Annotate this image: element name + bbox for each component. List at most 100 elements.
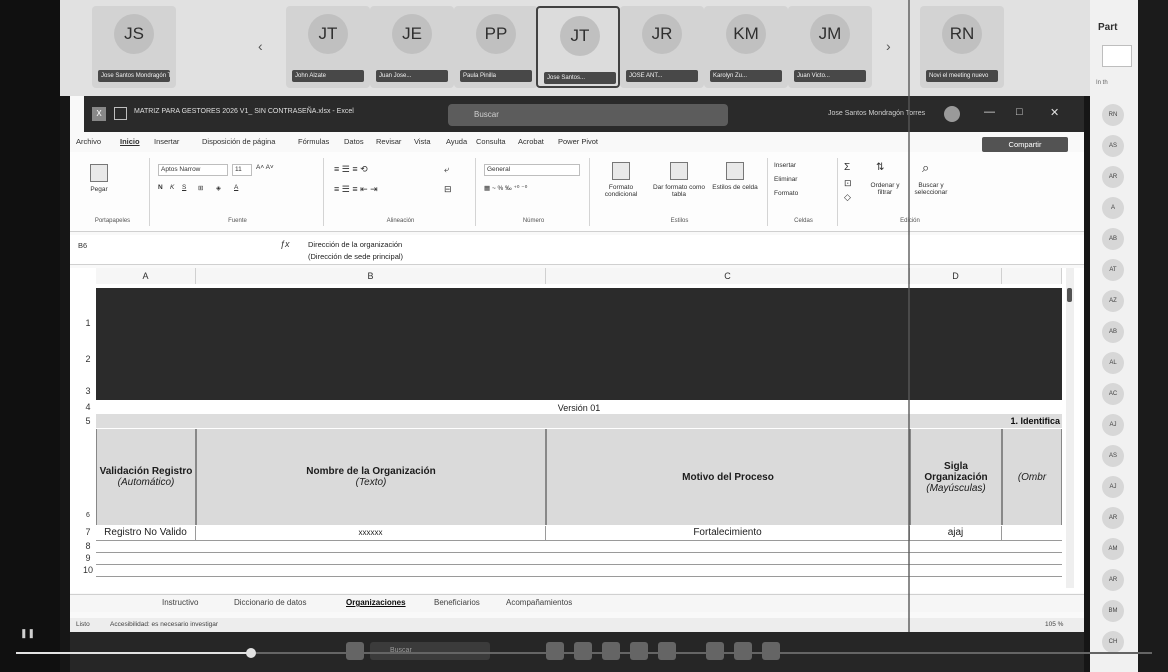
cell-styles-icon[interactable] (726, 162, 744, 180)
paste-icon[interactable] (90, 164, 108, 182)
fill-color-icon[interactable]: ◈ (216, 184, 221, 192)
menu-archivo[interactable]: Archivo (76, 137, 101, 146)
outlook-icon[interactable] (734, 642, 752, 660)
border-icon[interactable]: ⊞ (198, 184, 203, 192)
close-icon[interactable]: ✕ (1050, 106, 1059, 119)
font-color-icon[interactable]: A (234, 184, 238, 191)
save-icon[interactable] (114, 107, 127, 120)
underline-icon[interactable]: S (182, 184, 186, 191)
worksheet[interactable]: A B C D Versión 01 1. Identifica Validac… (70, 268, 1084, 593)
panel-participant-avatar[interactable]: AL (1102, 352, 1124, 374)
fx-icon[interactable]: ƒx (280, 239, 290, 249)
font-size-select[interactable]: 11 (232, 164, 252, 176)
menu-vista[interactable]: Vista (414, 137, 431, 146)
edge-icon[interactable] (630, 642, 648, 660)
sheet-tab[interactable]: Instructivo (162, 598, 198, 607)
formula-input-line2[interactable]: (Dirección de sede principal) (308, 252, 403, 261)
panel-participant-avatar[interactable]: AB (1102, 228, 1124, 250)
sheet-tab[interactable]: Organizaciones (346, 598, 406, 607)
panel-participant-avatar[interactable]: AM (1102, 538, 1124, 560)
participant-tile[interactable]: KM Karolyn Zu... (704, 6, 788, 88)
participant-tile[interactable]: JM Juan Victo... (788, 6, 872, 88)
panel-participant-avatar[interactable]: AJ (1102, 476, 1124, 498)
panel-participant-avatar[interactable]: AR (1102, 569, 1124, 591)
video-progress-remaining[interactable] (252, 652, 1152, 654)
panel-participant-avatar[interactable]: RN (1102, 104, 1124, 126)
number-format-select[interactable]: General (484, 164, 580, 176)
participant-tile[interactable]: JT John Alzate (286, 6, 370, 88)
participant-tile[interactable]: JR JOSE ANT... (620, 6, 704, 88)
teams-icon[interactable] (574, 642, 592, 660)
strip-prev-arrow[interactable]: ‹ (258, 38, 263, 54)
participant-tile[interactable]: PP Paula Pinilla (454, 6, 538, 88)
row-header-2[interactable]: 2 (80, 354, 96, 364)
menu-acrobat[interactable]: Acrobat (518, 137, 544, 146)
row-header-5[interactable]: 5 (80, 416, 96, 426)
sheet-tab[interactable]: Beneficiarios (434, 598, 480, 607)
header-validacion[interactable]: Validación Registro (Automático) (96, 429, 196, 525)
column-header-a[interactable]: A (96, 268, 196, 284)
autosum-icon[interactable]: Σ (844, 162, 850, 173)
sheet-tab[interactable]: Diccionario de datos (234, 598, 306, 607)
formula-input-line1[interactable]: Dirección de la organización (308, 240, 402, 249)
version-cell[interactable]: Versión 01 (96, 402, 1062, 414)
insert-cells-button[interactable]: Insertar (774, 162, 796, 169)
conditional-format-icon[interactable] (612, 162, 630, 180)
start-icon[interactable] (346, 642, 364, 660)
menu-consulta[interactable]: Consulta (476, 137, 506, 146)
header-motivo[interactable]: Motivo del Proceso (546, 429, 910, 525)
pause-icon[interactable]: ❚❚ (20, 628, 35, 639)
user-avatar[interactable] (944, 106, 960, 122)
panel-participant-avatar[interactable]: CH (1102, 631, 1124, 653)
panel-participant-avatar[interactable]: AJ (1102, 414, 1124, 436)
align-top-icon[interactable]: ≡ ☰ ≡ ⟲ (334, 164, 368, 175)
row-header-9[interactable]: 9 (80, 553, 96, 563)
clear-icon[interactable]: ◇ (844, 192, 851, 203)
panel-participant-avatar[interactable]: BM (1102, 600, 1124, 622)
minimize-icon[interactable]: — (984, 106, 995, 118)
cell-b7[interactable]: xxxxxx (196, 526, 546, 540)
participant-tile[interactable]: JE Juan Jose... (370, 6, 454, 88)
font-name-select[interactable]: Aptos Narrow (158, 164, 228, 176)
panel-participant-avatar[interactable]: AR (1102, 507, 1124, 529)
row-header-8[interactable]: 8 (80, 541, 96, 551)
menu-insertar[interactable]: Insertar (154, 137, 179, 146)
sort-filter-icon[interactable]: ⇅ (876, 162, 884, 173)
currency-icon[interactable]: ▦ ~ % ‰ ⁺⁰ ⁻⁰ (484, 184, 527, 192)
merge-icon[interactable]: ⊟ (444, 184, 452, 195)
grow-font-icon[interactable]: A˄ A˅ (256, 164, 274, 171)
video-progress-knob[interactable] (246, 648, 256, 658)
excel-search-input[interactable]: Buscar (448, 104, 728, 126)
menu-disposici-n-de-p-gina[interactable]: Disposición de página (202, 137, 275, 146)
delete-cells-button[interactable]: Eliminar (774, 176, 797, 183)
row-header-4[interactable]: 4 (80, 402, 96, 412)
sheet-tab[interactable]: Acompañamientos (506, 598, 572, 607)
cell-a7[interactable]: Registro No Valido (96, 526, 196, 540)
strip-next-arrow[interactable]: › (886, 38, 891, 54)
menu-inicio[interactable]: Inicio (120, 137, 140, 146)
cell-c7[interactable]: Fortalecimiento (546, 526, 910, 540)
menu-f-rmulas[interactable]: Fórmulas (298, 137, 329, 146)
cell-styles-button[interactable]: Estilos de celda (710, 184, 760, 191)
vertical-scrollbar[interactable] (1066, 268, 1074, 588)
taskview-icon[interactable] (546, 642, 564, 660)
participant-tile[interactable]: JS Jose Santos Mondragón T. (92, 6, 176, 88)
word-icon[interactable] (762, 642, 780, 660)
row-header-3[interactable]: 3 (80, 386, 96, 396)
conditional-format-button[interactable]: Formato condicional (594, 184, 648, 198)
participant-tile[interactable]: RN Novi el meeting nuevo (920, 6, 1004, 88)
column-header-d[interactable]: D (910, 268, 1002, 284)
panel-participant-avatar[interactable]: AS (1102, 135, 1124, 157)
menu-ayuda[interactable]: Ayuda (446, 137, 467, 146)
format-cells-button[interactable]: Formato (774, 190, 798, 197)
accessibility-status[interactable]: Accesibilidad: es necesario investigar (110, 621, 218, 628)
column-header-e[interactable] (1002, 268, 1062, 284)
browser-icon[interactable] (602, 642, 620, 660)
maximize-icon[interactable]: □ (1016, 106, 1023, 118)
row-header-7[interactable]: 7 (80, 527, 96, 537)
column-header-c[interactable]: C (546, 268, 910, 284)
panel-search-input[interactable] (1102, 45, 1132, 67)
video-progress-played[interactable] (16, 652, 252, 654)
panel-participant-avatar[interactable]: A (1102, 197, 1124, 219)
menu-power-pivot[interactable]: Power Pivot (558, 137, 598, 146)
